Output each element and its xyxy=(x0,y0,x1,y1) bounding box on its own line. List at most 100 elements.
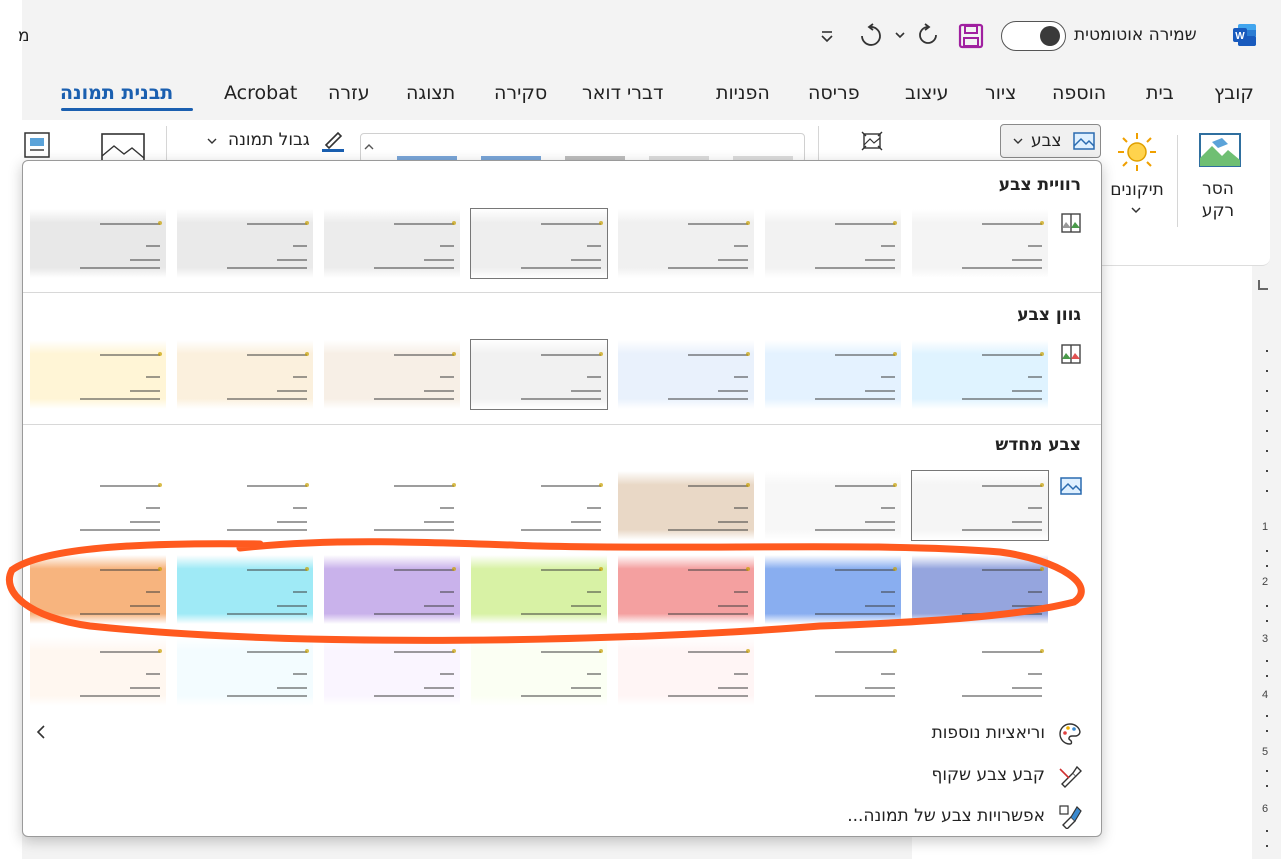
tone-swatch[interactable] xyxy=(618,340,754,409)
vertical-ruler: 1 2 3 4 5 6 xyxy=(1262,350,1268,847)
active-tab-indicator xyxy=(61,108,193,111)
svg-text:3: 3 xyxy=(1262,633,1268,645)
tab-references[interactable]: הפניות xyxy=(716,82,770,104)
recolor-swatch[interactable] xyxy=(911,470,1049,541)
tab-draw[interactable]: ציור xyxy=(985,82,1016,104)
picture-color-options-item[interactable]: אפשרויות צבע של תמונה... xyxy=(847,806,1045,826)
recolor-swatch[interactable] xyxy=(765,471,901,540)
saturation-swatch[interactable] xyxy=(912,209,1048,278)
remove-background-icon xyxy=(1199,133,1241,167)
remove-background-label-1: הסר xyxy=(1202,179,1234,199)
set-transparent-color-item[interactable]: קבע צבע שקוף xyxy=(931,765,1045,785)
gallery-scroll-up-icon[interactable] xyxy=(362,140,376,154)
saturation-swatch[interactable] xyxy=(177,209,313,278)
svg-text:4: 4 xyxy=(1262,689,1268,701)
redo-icon[interactable] xyxy=(916,22,942,48)
corrections-label: תיקונים xyxy=(1110,180,1164,200)
tab-mailings[interactable]: דברי דואר xyxy=(582,82,663,104)
title-cut-text: מ xyxy=(18,26,30,46)
tone-swatch[interactable] xyxy=(912,340,1048,409)
undo-icon[interactable] xyxy=(856,22,884,50)
recolor-swatch[interactable] xyxy=(324,471,460,540)
recolor-swatch[interactable] xyxy=(618,555,754,624)
tab-review[interactable]: סקירה xyxy=(494,82,547,104)
save-icon[interactable] xyxy=(958,23,984,49)
autosave-label: שמירה אוטומטית xyxy=(1074,25,1197,45)
saturation-swatch[interactable] xyxy=(765,209,901,278)
chevron-down-icon[interactable] xyxy=(206,135,218,147)
picture-border-label[interactable]: גבול תמונה xyxy=(228,130,310,150)
corrections-button[interactable]: תיקונים xyxy=(1103,128,1171,228)
more-variations-item[interactable]: וריאציות נוספות xyxy=(932,723,1045,743)
tab-help[interactable]: עזרה xyxy=(328,82,370,104)
picture-icon xyxy=(1073,132,1095,150)
tone-icon xyxy=(1061,344,1081,364)
picture-styles-gallery[interactable] xyxy=(360,133,805,164)
recolor-swatch[interactable] xyxy=(324,555,460,624)
recolor-picture-icon xyxy=(1060,477,1082,495)
tone-swatch[interactable] xyxy=(470,339,608,410)
recolor-swatch[interactable] xyxy=(177,471,313,540)
recolor-swatch[interactable] xyxy=(471,471,607,540)
tone-header: גוון צבע xyxy=(1017,305,1081,325)
customize-toolbar-icon[interactable] xyxy=(818,26,836,46)
sun-icon xyxy=(1118,133,1156,171)
chevron-left-icon[interactable] xyxy=(33,723,49,741)
undo-dropdown-icon[interactable] xyxy=(893,28,907,42)
saturation-swatch[interactable] xyxy=(618,209,754,278)
recolor-swatch[interactable] xyxy=(912,555,1048,624)
tab-picture-format[interactable]: תבנית תמונה xyxy=(60,82,173,104)
ribbon-separator xyxy=(818,126,819,162)
recolor-swatch[interactable] xyxy=(912,637,1048,706)
remove-background-button[interactable]: הסר רקע xyxy=(1182,128,1254,238)
ribbon-separator xyxy=(1177,135,1178,227)
recolor-swatch[interactable] xyxy=(177,637,313,706)
saturation-header: רוויית צבע xyxy=(998,175,1081,195)
tab-file[interactable]: קובץ xyxy=(1214,82,1254,104)
wrap-text-icon[interactable] xyxy=(22,130,52,160)
tone-swatch[interactable] xyxy=(324,340,460,409)
word-app-icon: W xyxy=(1233,24,1256,46)
chevron-down-icon xyxy=(1013,138,1023,144)
autosave-toggle[interactable] xyxy=(1001,21,1066,51)
recolor-header: צבע מחדש xyxy=(995,435,1081,455)
tab-layout[interactable]: פריסה xyxy=(808,82,860,104)
tone-swatch[interactable] xyxy=(177,340,313,409)
recolor-swatch[interactable] xyxy=(618,637,754,706)
recolor-swatch[interactable] xyxy=(324,637,460,706)
saturation-swatch[interactable] xyxy=(470,208,608,279)
tone-swatch[interactable] xyxy=(765,340,901,409)
ruler-tab-selector[interactable] xyxy=(1258,280,1268,290)
recolor-swatch[interactable] xyxy=(471,637,607,706)
recolor-swatch[interactable] xyxy=(471,555,607,624)
set-transparent-color-icon xyxy=(1059,765,1082,788)
compress-pictures-icon[interactable] xyxy=(860,130,884,152)
window-left-edge xyxy=(0,0,22,859)
tab-insert[interactable]: הוספה xyxy=(1052,82,1106,104)
ribbon-tabs: קובץ בית הוספה ציור עיצוב פריסה הפניות ד… xyxy=(22,72,1281,120)
recolor-swatch[interactable] xyxy=(30,471,166,540)
palette-icon xyxy=(1059,723,1081,745)
tone-swatch[interactable] xyxy=(30,340,166,409)
tab-acrobat[interactable]: Acrobat xyxy=(224,82,297,104)
picture-border-icon[interactable] xyxy=(320,127,346,153)
saturation-icon xyxy=(1061,213,1081,233)
svg-text:2: 2 xyxy=(1262,576,1268,588)
recolor-swatch[interactable] xyxy=(765,555,901,624)
recolor-swatch[interactable] xyxy=(765,637,901,706)
color-button[interactable]: צבע xyxy=(1000,124,1101,158)
color-label: צבע xyxy=(1031,131,1062,151)
color-dropdown-panel: רוויית צבע גוון צבע צבע מחדש וריאציות נו… xyxy=(22,160,1102,837)
tab-design[interactable]: עיצוב xyxy=(905,82,949,104)
saturation-swatch[interactable] xyxy=(30,209,166,278)
chevron-down-icon xyxy=(1131,207,1141,214)
section-divider xyxy=(23,424,1101,425)
recolor-swatch[interactable] xyxy=(177,555,313,624)
recolor-swatch[interactable] xyxy=(618,471,754,540)
tab-home[interactable]: בית xyxy=(1146,82,1174,104)
remove-background-label-2: רקע xyxy=(1201,201,1235,221)
recolor-swatch[interactable] xyxy=(30,555,166,624)
saturation-swatch[interactable] xyxy=(324,209,460,278)
tab-view[interactable]: תצוגה xyxy=(406,82,455,104)
recolor-swatch[interactable] xyxy=(30,637,166,706)
